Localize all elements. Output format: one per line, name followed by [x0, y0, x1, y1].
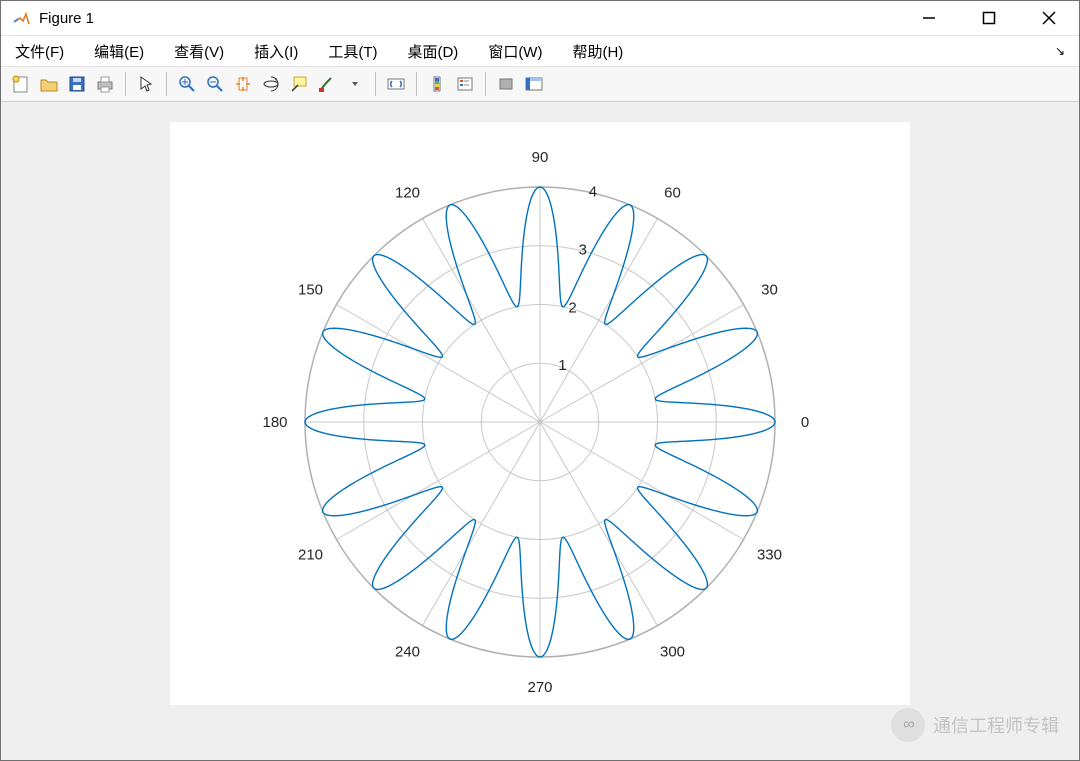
watermark-text: 通信工程师专辑 — [933, 712, 1059, 738]
insert-legend-button[interactable] — [451, 70, 479, 98]
toolbar-separator — [485, 72, 486, 96]
svg-text:300: 300 — [660, 643, 685, 660]
pan-button[interactable] — [229, 70, 257, 98]
menu-view[interactable]: 查看(V) — [174, 41, 224, 62]
window-title: Figure 1 — [39, 10, 94, 27]
titlebar: Figure 1 — [1, 1, 1079, 36]
svg-text:270: 270 — [527, 679, 552, 692]
menu-file[interactable]: 文件(F) — [15, 41, 64, 62]
figure-window: Figure 1 文件(F) 编辑(E) 查看(V) 插入(I) 工具(T) 桌… — [0, 0, 1080, 761]
wechat-icon: ∞ — [891, 708, 925, 742]
matlab-icon — [13, 9, 31, 27]
minimize-button[interactable] — [899, 1, 959, 35]
pointer-button[interactable] — [132, 70, 160, 98]
toolbar-separator — [166, 72, 167, 96]
svg-text:150: 150 — [298, 282, 323, 299]
menu-edit[interactable]: 编辑(E) — [94, 41, 144, 62]
svg-text:0: 0 — [801, 414, 809, 431]
brush-dropdown[interactable] — [341, 70, 369, 98]
svg-text:1: 1 — [558, 357, 566, 374]
open-button[interactable] — [35, 70, 63, 98]
rotate-3d-button[interactable] — [257, 70, 285, 98]
toolbar-separator — [125, 72, 126, 96]
menu-tools[interactable]: 工具(T) — [328, 41, 377, 62]
zoom-out-button[interactable] — [201, 70, 229, 98]
toolbar-separator — [375, 72, 376, 96]
watermark: ∞ 通信工程师专辑 — [891, 708, 1059, 742]
insert-colorbar-button[interactable] — [423, 70, 451, 98]
figure-canvas-area: 0 30 60 90 120 150 180 210 240 270 300 330 1 2 3 4 ∞ 通信… — [1, 102, 1079, 760]
svg-text:30: 30 — [761, 282, 778, 299]
menu-window[interactable]: 窗口(W) — [488, 41, 542, 62]
new-figure-button[interactable] — [7, 70, 35, 98]
toolbar-separator — [416, 72, 417, 96]
toolbar — [1, 67, 1079, 102]
menubar: 文件(F) 编辑(E) 查看(V) 插入(I) 工具(T) 桌面(D) 窗口(W… — [1, 36, 1079, 67]
close-button[interactable] — [1019, 1, 1079, 35]
save-button[interactable] — [63, 70, 91, 98]
menu-overflow-icon[interactable]: ↘ — [1055, 44, 1065, 58]
svg-text:60: 60 — [664, 185, 681, 202]
menu-desktop[interactable]: 桌面(D) — [407, 41, 458, 62]
link-data-button[interactable] — [382, 70, 410, 98]
svg-text:180: 180 — [262, 414, 287, 431]
polar-axes[interactable]: 0 30 60 90 120 150 180 210 240 270 300 330 1 2 3 4 — [170, 122, 910, 705]
menu-help[interactable]: 帮助(H) — [572, 41, 623, 62]
maximize-button[interactable] — [959, 1, 1019, 35]
svg-text:210: 210 — [298, 547, 323, 564]
data-cursor-button[interactable] — [285, 70, 313, 98]
svg-text:120: 120 — [395, 185, 420, 202]
hide-tools-button[interactable] — [492, 70, 520, 98]
brush-button[interactable] — [313, 70, 341, 98]
show-tools-button[interactable] — [520, 70, 548, 98]
svg-text:2: 2 — [568, 299, 576, 316]
svg-text:240: 240 — [395, 643, 420, 660]
menu-insert[interactable]: 插入(I) — [254, 41, 298, 62]
window-controls — [899, 1, 1079, 35]
svg-text:4: 4 — [589, 184, 597, 201]
svg-text:90: 90 — [532, 149, 549, 166]
svg-text:3: 3 — [579, 241, 587, 258]
print-button[interactable] — [91, 70, 119, 98]
zoom-in-button[interactable] — [173, 70, 201, 98]
svg-text:330: 330 — [757, 547, 782, 564]
